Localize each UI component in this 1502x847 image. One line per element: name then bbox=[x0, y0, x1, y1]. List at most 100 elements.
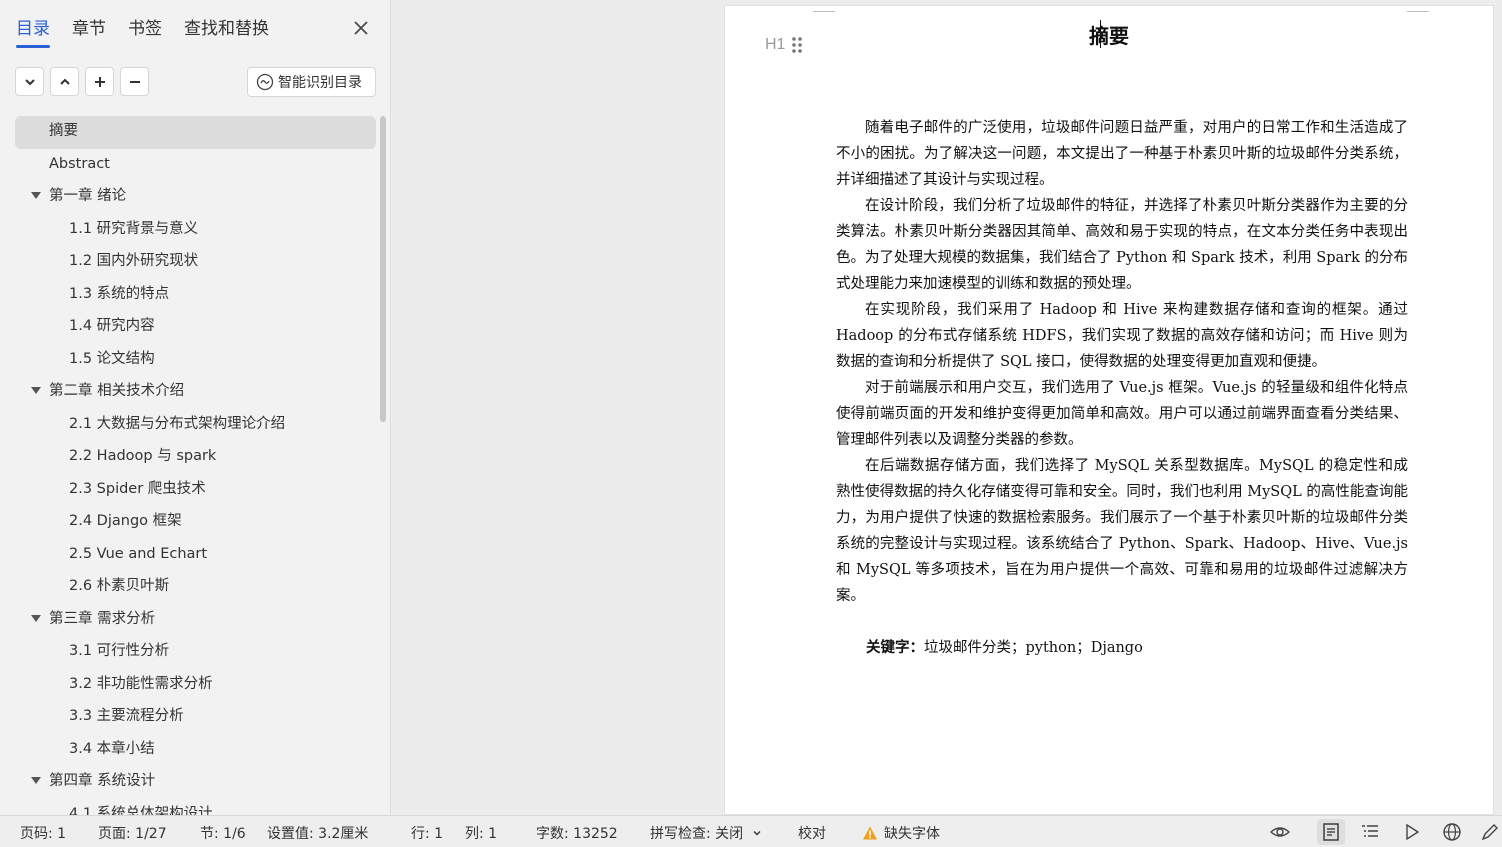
toc-section-item[interactable]: 1.3 系统的特点 bbox=[15, 279, 376, 312]
toc-chapter-item[interactable]: 摘要 bbox=[15, 116, 376, 149]
page-title[interactable]: 摘要 bbox=[725, 20, 1493, 49]
toc-item-label: Abstract bbox=[49, 155, 110, 172]
paragraph: 在实现阶段，我们采用了 Hadoop 和 Hive 来构建数据存储和查询的框架。… bbox=[836, 302, 1408, 370]
plus-icon[interactable] bbox=[85, 67, 114, 96]
toc-section-item[interactable]: 1.2 国内外研究现状 bbox=[15, 246, 376, 279]
document-area: H1 摘要 随着电子邮件的广泛使用，垃圾邮件问题日益严重，对用户的日常工作和生活… bbox=[392, 0, 1502, 815]
tab-chapters[interactable]: 章节 bbox=[72, 16, 106, 44]
outline-view-icon[interactable] bbox=[1360, 822, 1380, 842]
toc-chapter-item[interactable]: Abstract bbox=[15, 149, 376, 182]
close-icon[interactable] bbox=[350, 17, 372, 39]
status-word-count[interactable]: 字数: 13252 bbox=[536, 823, 618, 843]
globe-icon[interactable] bbox=[1442, 822, 1462, 842]
toc-section-item[interactable]: 1.4 研究内容 bbox=[15, 311, 376, 344]
toc-item-label: 第二章 相关技术介绍 bbox=[49, 383, 185, 399]
toc-item-label: 2.4 Django 框架 bbox=[69, 513, 182, 529]
pen-icon[interactable] bbox=[1480, 822, 1500, 842]
eye-icon[interactable] bbox=[1269, 822, 1291, 842]
toc-item-label: 摘要 bbox=[49, 123, 78, 139]
toc-item-label: 第三章 需求分析 bbox=[49, 610, 156, 627]
toc-section-item[interactable]: 2.6 朴素贝叶斯 bbox=[15, 571, 376, 604]
keywords-label: 关键字： bbox=[866, 639, 924, 656]
toc-toolbar bbox=[15, 67, 149, 96]
keywords-value: 垃圾邮件分类；python；Django bbox=[924, 640, 1143, 656]
status-col[interactable]: 列: 1 bbox=[465, 823, 497, 843]
tab-toc[interactable]: 目录 bbox=[16, 16, 50, 48]
paragraph: 在后端数据存储方面，我们选择了 MySQL 关系型数据库。MySQL 的稳定性和… bbox=[836, 458, 1408, 604]
toc-item-label: 1.2 国内外研究现状 bbox=[69, 253, 199, 269]
toc-item-label: 1.3 系统的特点 bbox=[69, 285, 170, 302]
spell-check-label: 拼写检查: 关闭 bbox=[650, 826, 744, 842]
toc-section-item[interactable]: 2.5 Vue and Echart bbox=[15, 539, 376, 572]
sidebar-tabs: 目录 章节 书签 查找和替换 bbox=[16, 16, 291, 48]
expand-triangle-icon[interactable] bbox=[31, 387, 41, 394]
text-cursor bbox=[1100, 20, 1101, 48]
toc-section-item[interactable]: 2.2 Hadoop 与 spark bbox=[15, 441, 376, 474]
paragraph: 随着电子邮件的广泛使用，垃圾邮件问题日益严重，对用户的日常工作和生活造成了不小的… bbox=[836, 120, 1408, 188]
toc-item-label: 4.1 系统总体架构设计 bbox=[69, 805, 213, 816]
tab-bookmarks[interactable]: 书签 bbox=[128, 16, 162, 44]
toc-section-item[interactable]: 4.1 系统总体架构设计 bbox=[15, 799, 376, 816]
smart-toc-label: 智能识别目录 bbox=[278, 75, 362, 91]
toc-chapter-item[interactable]: 第二章 相关技术介绍 bbox=[15, 376, 376, 409]
keywords-line: 关键字：垃圾邮件分类；python；Django bbox=[866, 636, 1143, 657]
status-row[interactable]: 行: 1 bbox=[411, 823, 443, 843]
tab-find-replace[interactable]: 查找和替换 bbox=[184, 16, 269, 44]
page-corner-mark bbox=[813, 11, 835, 12]
toc-chapter-item[interactable]: 第四章 系统设计 bbox=[15, 766, 376, 799]
toc-section-item[interactable]: 3.3 主要流程分析 bbox=[15, 701, 376, 734]
toc-sidebar: 目录 章节 书签 查找和替换 智能识别目录 摘要 Abstract 第一章 绪论 1.… bbox=[0, 0, 391, 815]
toc-chapter-item[interactable]: 第三章 需求分析 bbox=[15, 604, 376, 637]
chevron-down-icon[interactable] bbox=[15, 67, 44, 96]
spell-check-dropdown[interactable]: 拼写检查: 关闭 bbox=[650, 823, 762, 843]
smart-toc-button[interactable]: 智能识别目录 bbox=[247, 67, 376, 97]
toc-list: 摘要 Abstract 第一章 绪论 1.1 研究背景与意义 1.2 国内外研究现状 1.… bbox=[15, 116, 376, 815]
toc-item-label: 3.2 非功能性需求分析 bbox=[69, 675, 213, 692]
proofread-button[interactable]: 校对 bbox=[798, 823, 826, 843]
toc-section-item[interactable]: 1.1 研究背景与意义 bbox=[15, 214, 376, 247]
toc-item-label: 1.1 研究背景与意义 bbox=[69, 220, 199, 237]
toc-item-label: 2.1 大数据与分布式架构理论介绍 bbox=[69, 415, 286, 432]
toc-item-label: 第四章 系统设计 bbox=[49, 773, 156, 789]
toc-item-label: 3.4 本章小结 bbox=[69, 740, 155, 757]
document-page[interactable]: H1 摘要 随着电子邮件的广泛使用，垃圾邮件问题日益严重，对用户的日常工作和生活… bbox=[724, 5, 1494, 815]
expand-triangle-icon[interactable] bbox=[31, 614, 41, 622]
play-icon[interactable] bbox=[1402, 822, 1422, 842]
missing-font-button[interactable]: 缺失字体 bbox=[862, 823, 940, 843]
toc-item-label: 2.2 Hadoop 与 spark bbox=[69, 448, 217, 464]
toc-item-label: 1.5 论文结构 bbox=[69, 350, 155, 367]
abstract-body[interactable]: 随着电子邮件的广泛使用，垃圾邮件问题日益严重，对用户的日常工作和生活造成了不小的… bbox=[836, 115, 1408, 609]
toc-item-label: 3.1 可行性分析 bbox=[69, 643, 170, 659]
paragraph: 对于前端展示和用户交互，我们选用了 Vue.js 框架。Vue.js 的轻量级和… bbox=[836, 380, 1408, 448]
page-view-icon[interactable] bbox=[1321, 822, 1341, 842]
page-corner-mark bbox=[1407, 11, 1429, 12]
smart-toc-icon bbox=[256, 73, 274, 91]
minus-icon[interactable] bbox=[120, 67, 149, 96]
toc-item-label: 2.6 朴素贝叶斯 bbox=[69, 578, 170, 594]
toc-section-item[interactable]: 3.2 非功能性需求分析 bbox=[15, 669, 376, 702]
chevron-up-icon[interactable] bbox=[50, 67, 79, 96]
warning-icon bbox=[863, 826, 877, 840]
toc-item-label: 3.3 主要流程分析 bbox=[69, 708, 184, 724]
paragraph: 在设计阶段，我们分析了垃圾邮件的特征，并选择了朴素贝叶斯分类器作为主要的分类算法… bbox=[836, 198, 1408, 292]
toc-section-item[interactable]: 2.3 Spider 爬虫技术 bbox=[15, 474, 376, 507]
toc-section-item[interactable]: 2.4 Django 框架 bbox=[15, 506, 376, 539]
status-page[interactable]: 页面: 1/27 bbox=[98, 823, 167, 843]
toc-item-label: 2.3 Spider 爬虫技术 bbox=[69, 480, 206, 497]
toc-chapter-item[interactable]: 第一章 绪论 bbox=[15, 181, 376, 214]
missing-font-label: 缺失字体 bbox=[884, 826, 940, 842]
toc-section-item[interactable]: 2.1 大数据与分布式架构理论介绍 bbox=[15, 409, 376, 442]
chevron-down-icon bbox=[753, 831, 761, 836]
status-bar: 页码: 1 页面: 1/27 节: 1/6 设置值: 3.2厘米 行: 1 列:… bbox=[0, 815, 1502, 847]
expand-triangle-icon[interactable] bbox=[31, 192, 41, 199]
toc-item-label: 2.5 Vue and Echart bbox=[69, 545, 208, 562]
toc-section-item[interactable]: 3.1 可行性分析 bbox=[15, 636, 376, 669]
status-page-number[interactable]: 页码: 1 bbox=[20, 823, 66, 843]
toc-section-item[interactable]: 3.4 本章小结 bbox=[15, 734, 376, 767]
toc-scrollbar[interactable] bbox=[380, 116, 386, 422]
status-setting[interactable]: 设置值: 3.2厘米 bbox=[267, 823, 368, 843]
toc-section-item[interactable]: 1.5 论文结构 bbox=[15, 344, 376, 377]
status-section[interactable]: 节: 1/6 bbox=[200, 823, 246, 843]
toc-item-label: 1.4 研究内容 bbox=[69, 318, 155, 334]
expand-triangle-icon[interactable] bbox=[31, 777, 41, 784]
